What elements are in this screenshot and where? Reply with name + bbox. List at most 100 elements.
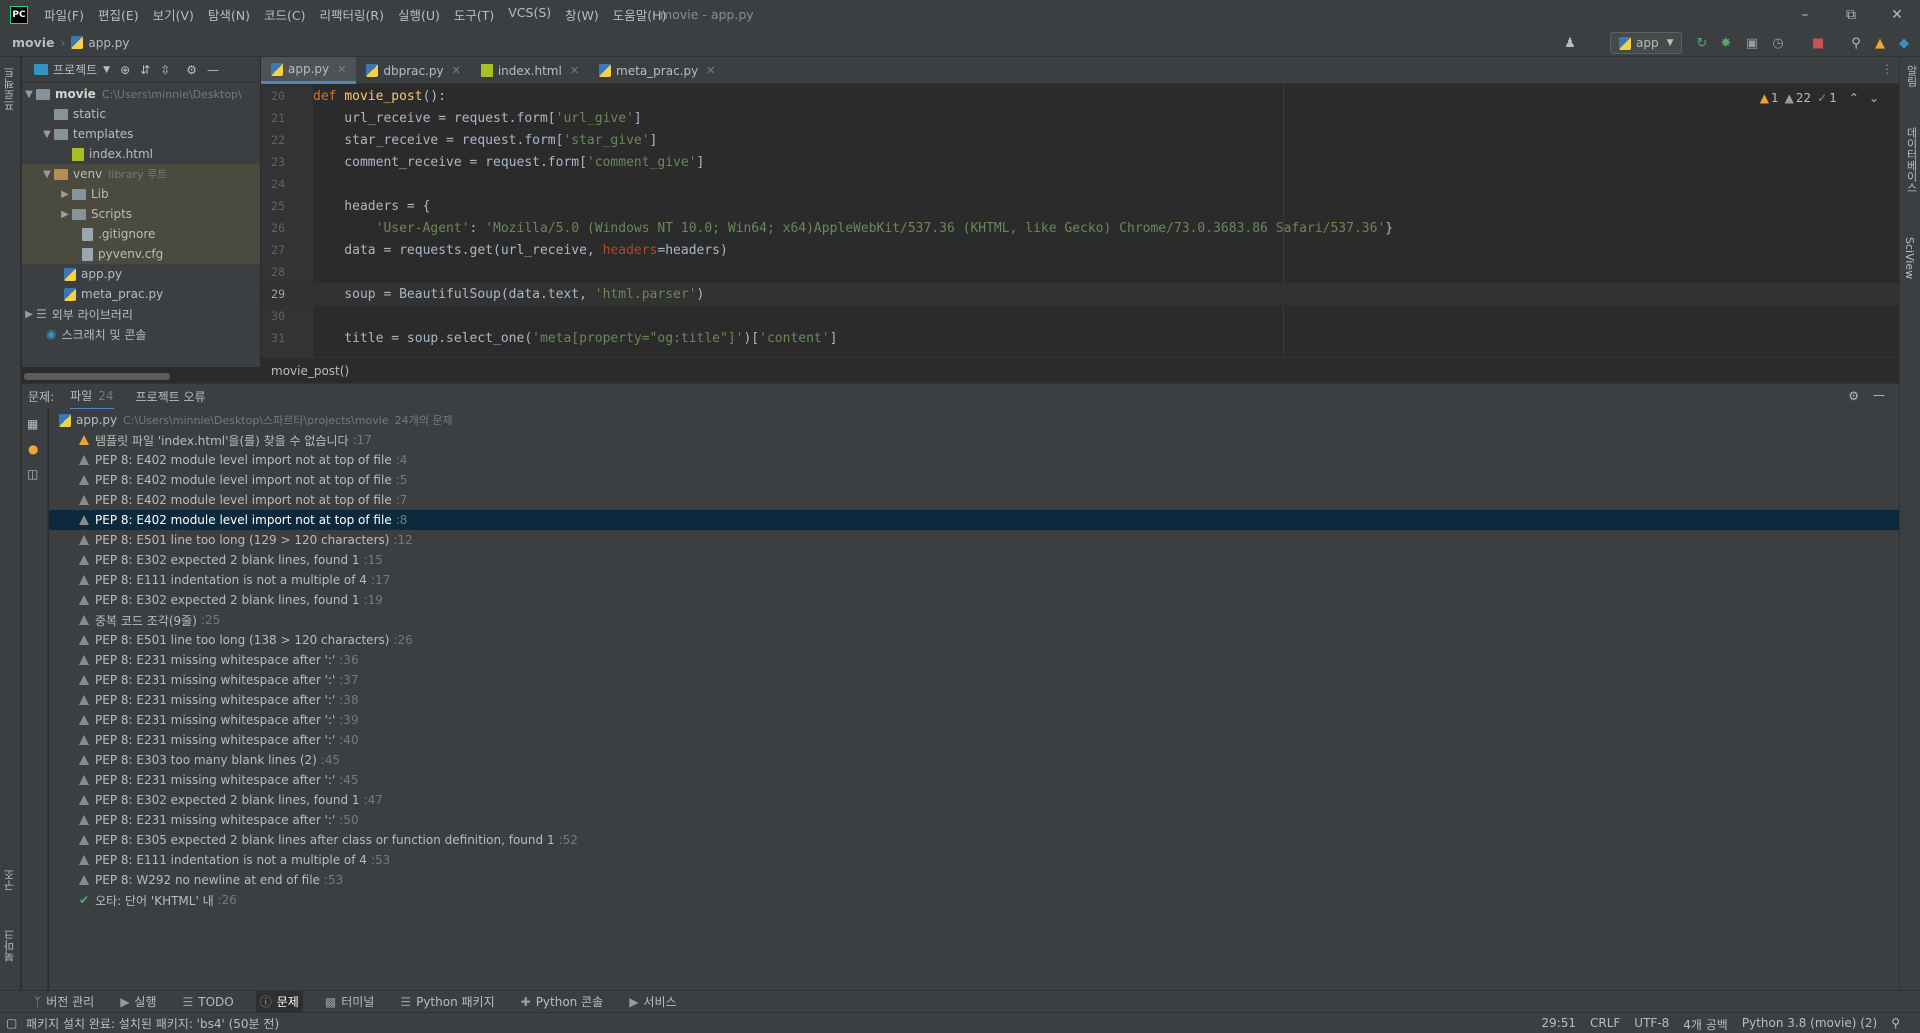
tool-terminal[interactable]: ▩ 터미널	[321, 991, 378, 1013]
breadcrumb-item[interactable]: movie_post()	[271, 364, 349, 378]
problem-row[interactable]: PEP 8: E402 module level import not at t…	[49, 470, 1899, 490]
menu-file[interactable]: 파일(F)	[44, 5, 84, 24]
problem-row[interactable]: PEP 8: E501 line too long (129 > 120 cha…	[49, 530, 1899, 550]
tool-problems[interactable]: ⓘ 문제	[255, 990, 303, 1013]
problem-row[interactable]: PEP 8: E402 module level import not at t…	[49, 450, 1899, 470]
tool-services[interactable]: ▶ 서비스	[625, 991, 680, 1013]
problem-row[interactable]: ✔ 오타: 단어 'KHTML' 내:26	[49, 890, 1899, 910]
tab-index-html[interactable]: index.html ✕	[471, 57, 589, 84]
notifications-tool-button[interactable]: 알림	[1903, 65, 1919, 87]
python-interpreter[interactable]: Python 3.8 (movie) (2)	[1742, 1016, 1877, 1033]
expand-all-icon[interactable]: ⇵	[140, 63, 150, 77]
close-icon[interactable]: ✕	[570, 64, 579, 77]
gear-icon[interactable]: ⚙	[186, 63, 197, 77]
lock-icon[interactable]: ⚲	[1891, 1016, 1900, 1033]
tree-item-pyvenv-cfg[interactable]: pyvenv.cfg	[22, 244, 260, 264]
problem-row[interactable]: PEP 8: E231 missing whitespace after ':'…	[49, 690, 1899, 710]
tab-problems-file[interactable]: 파일 24	[70, 383, 114, 411]
problem-row[interactable]: PEP 8: E231 missing whitespace after ':'…	[49, 730, 1899, 750]
file-encoding[interactable]: UTF-8	[1634, 1016, 1669, 1033]
tool-python-packages[interactable]: ☰ Python 패키지	[396, 991, 498, 1013]
bookmarks-tool-button[interactable]: 북마크	[2, 929, 18, 962]
tool-run[interactable]: ▶ 실행	[116, 991, 160, 1013]
preview-icon[interactable]: ◫	[27, 467, 38, 481]
chevron-down-icon[interactable]: ▼	[103, 65, 110, 75]
group-by-icon[interactable]: ▦	[27, 417, 38, 431]
chevron-right-icon[interactable]: ▶	[58, 209, 72, 220]
indent-setting[interactable]: 4개 공백	[1683, 1016, 1728, 1033]
hide-icon[interactable]: —	[1873, 388, 1885, 402]
chevron-up-icon[interactable]: ⌃	[1849, 91, 1859, 105]
menu-code[interactable]: 코드(C)	[264, 5, 305, 24]
problem-row[interactable]: PEP 8: E501 line too long (138 > 120 cha…	[49, 630, 1899, 650]
line-separator[interactable]: CRLF	[1590, 1016, 1620, 1033]
problem-row[interactable]: PEP 8: E303 too many blank lines (2):45	[49, 750, 1899, 770]
tree-item-app-py[interactable]: app.py	[22, 264, 260, 284]
search-icon[interactable]: ⚲	[1848, 35, 1864, 51]
status-message[interactable]: 패키지 설치 완료: 설치된 패키지: 'bs4' (50분 전)	[26, 1015, 279, 1032]
project-view-select[interactable]: 프로젝트	[53, 61, 97, 78]
chevron-right-icon[interactable]: ▶	[58, 189, 72, 200]
caret-position[interactable]: 29:51	[1541, 1016, 1576, 1033]
menu-run[interactable]: 실행(U)	[398, 5, 440, 24]
debug-icon[interactable]: ✸	[1718, 35, 1734, 51]
chevron-down-icon[interactable]: ⌄	[1869, 91, 1879, 105]
code-editor[interactable]: 20 def movie_post (): 21 url_receive = re…	[261, 85, 1899, 357]
close-icon[interactable]: ✕	[337, 63, 346, 76]
chevron-right-icon[interactable]: ▶	[22, 309, 36, 320]
coverage-icon[interactable]: ▣	[1744, 35, 1760, 51]
chevron-down-icon[interactable]: ▼	[40, 169, 54, 180]
menu-view[interactable]: 보기(V)	[153, 5, 194, 24]
tree-item-meta-prac-py[interactable]: meta_prac.py	[22, 284, 260, 304]
tree-item-lib[interactable]: ▶ Lib	[22, 184, 260, 204]
tool-todo[interactable]: ☰ TODO	[179, 991, 238, 1013]
tree-item-venv[interactable]: ▼ venv library 루트	[22, 164, 260, 184]
update-icon[interactable]: ▲	[1872, 35, 1888, 51]
tree-item-scratches[interactable]: ◉ 스크래치 및 콘솔	[22, 324, 260, 344]
profile-icon[interactable]: ◷	[1770, 35, 1786, 51]
tab-dbprac-py[interactable]: dbprac.py ✕	[356, 57, 471, 84]
problem-row[interactable]: PEP 8: E231 missing whitespace after ':'…	[49, 710, 1899, 730]
menu-refactor[interactable]: 리팩터링(R)	[320, 5, 384, 24]
tab-problems-project[interactable]: 프로젝트 오류	[136, 384, 206, 409]
tab-app-py[interactable]: app.py ✕	[261, 57, 357, 84]
problem-row[interactable]: PEP 8: W292 no newline at end of file:53	[49, 870, 1899, 890]
minimize-icon[interactable]: –	[1782, 0, 1828, 29]
close-icon[interactable]: ✕	[452, 64, 461, 77]
more-tabs-icon[interactable]: ⋮	[1881, 62, 1893, 76]
menu-vcs[interactable]: VCS(S)	[508, 5, 551, 24]
problem-row[interactable]: PEP 8: E111 indentation is not a multipl…	[49, 850, 1899, 870]
problem-row[interactable]: PEP 8: E231 missing whitespace after ':'…	[49, 810, 1899, 830]
problems-file-row[interactable]: app.py C:\Users\minnie\Desktop\스파르타\proj…	[49, 410, 1899, 430]
tree-item-scripts[interactable]: ▶ Scripts	[22, 204, 260, 224]
problem-row[interactable]: PEP 8: E402 module level import not at t…	[49, 510, 1899, 530]
problem-row[interactable]: PEP 8: E231 missing whitespace after ':'…	[49, 770, 1899, 790]
chevron-down-icon[interactable]: ▼	[40, 129, 54, 140]
problem-row[interactable]: PEP 8: E231 missing whitespace after ':'…	[49, 650, 1899, 670]
tab-meta-prac-py[interactable]: meta_prac.py ✕	[589, 57, 725, 84]
rerun-icon[interactable]: ↻	[1694, 35, 1710, 51]
problem-row[interactable]: PEP 8: E111 indentation is not a multipl…	[49, 570, 1899, 590]
nav-file[interactable]: app.py	[88, 36, 129, 50]
problem-row[interactable]: PEP 8: E231 missing whitespace after ':'…	[49, 670, 1899, 690]
tool-version-control[interactable]: ᛉ 버전 관리	[30, 991, 98, 1013]
restore-icon[interactable]: ⧉	[1828, 0, 1874, 29]
inspection-widget[interactable]: ▲ 1 ▲ 22 ✓ 1 ⌃ ⌄	[1754, 91, 1879, 105]
sciview-tool-button[interactable]: SciView	[1903, 237, 1916, 279]
tree-item-gitignore[interactable]: .gitignore	[22, 224, 260, 244]
tree-item-index-html[interactable]: index.html	[22, 144, 260, 164]
menu-tools[interactable]: 도구(T)	[454, 5, 494, 24]
project-horizontal-scrollbar[interactable]	[24, 373, 170, 380]
menu-help[interactable]: 도움말(H)	[613, 5, 667, 24]
menu-window[interactable]: 창(W)	[565, 5, 599, 24]
stop-icon[interactable]: ■	[1810, 35, 1826, 51]
problem-row[interactable]: PEP 8: E302 expected 2 blank lines, foun…	[49, 590, 1899, 610]
menu-edit[interactable]: 편집(E)	[98, 5, 139, 24]
close-icon[interactable]: ✕	[1874, 0, 1920, 29]
tree-item-movie[interactable]: ▼ movie C:\Users\minnie\Desktop\	[22, 84, 260, 104]
status-panel-icon[interactable]: ▢	[6, 1016, 17, 1030]
jetbrains-icon[interactable]: ◆	[1896, 35, 1912, 51]
menu-navigate[interactable]: 탐색(N)	[208, 5, 250, 24]
hide-icon[interactable]: —	[207, 63, 219, 77]
user-icon[interactable]: ♟	[1562, 35, 1578, 51]
